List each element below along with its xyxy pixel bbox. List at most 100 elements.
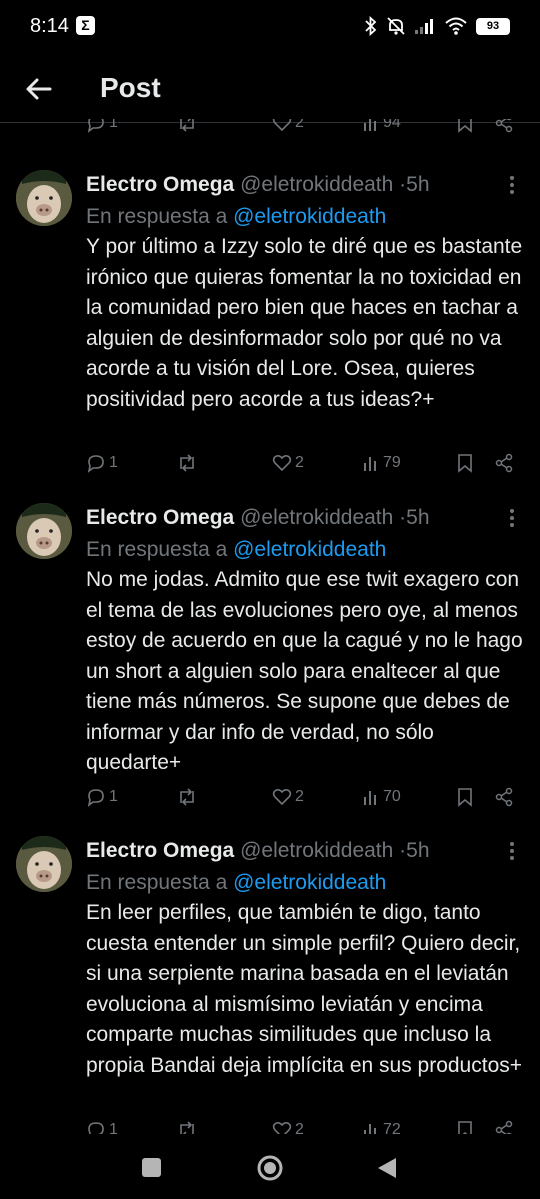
bookmark-button[interactable] bbox=[456, 1118, 474, 1134]
like-button[interactable]: 2 bbox=[272, 1118, 304, 1134]
previous-tweet-actions: 1 2 94 bbox=[86, 119, 516, 133]
author-handle[interactable]: @eletrokiddeath bbox=[240, 506, 393, 529]
heart-icon bbox=[272, 119, 292, 132]
reply-icon bbox=[87, 119, 104, 133]
status-bar: 8:14 Σ 93 bbox=[0, 0, 540, 56]
reply-context: En respuesta a @eletrokiddeath bbox=[86, 537, 386, 563]
more-options-icon[interactable] bbox=[500, 840, 524, 864]
like-count: 2 bbox=[295, 119, 304, 131]
views-icon bbox=[364, 791, 376, 805]
home-button-icon[interactable] bbox=[256, 1154, 284, 1182]
tweet-text: No me jodas. Admito que ese twit exagero… bbox=[86, 568, 523, 774]
reply-button[interactable]: 1 bbox=[86, 451, 118, 475]
author-name[interactable]: Electro Omega bbox=[86, 839, 234, 862]
views-button[interactable]: 94 bbox=[362, 119, 401, 133]
author-name[interactable]: Electro Omega bbox=[86, 506, 234, 529]
bookmark-icon bbox=[458, 1121, 472, 1134]
page-title: Post bbox=[100, 72, 161, 103]
reply-mention[interactable]: @eletrokiddeath bbox=[233, 538, 386, 561]
back-arrow-icon[interactable] bbox=[22, 72, 56, 106]
repost-button[interactable] bbox=[176, 1118, 198, 1134]
like-count: 2 bbox=[295, 1121, 304, 1134]
repost-button[interactable] bbox=[176, 451, 198, 475]
system-nav-bar bbox=[0, 1134, 540, 1199]
reply-count: 1 bbox=[109, 454, 118, 471]
timestamp: 5h bbox=[406, 173, 430, 196]
battery-icon: 93 bbox=[476, 17, 510, 35]
pig-avatar-icon bbox=[16, 836, 72, 892]
heart-icon bbox=[272, 454, 292, 472]
reply-context: En respuesta a @eletrokiddeath bbox=[86, 204, 386, 230]
view-count: 94 bbox=[383, 119, 401, 131]
reply-prefix: En respuesta a bbox=[86, 538, 228, 561]
tweet-text: En leer perfiles, que también te digo, t… bbox=[86, 901, 523, 1077]
views-button[interactable]: 79 bbox=[362, 451, 401, 475]
bookmark-button[interactable] bbox=[456, 119, 474, 133]
avatar[interactable] bbox=[16, 170, 72, 226]
bookmark-icon bbox=[458, 454, 472, 473]
repost-button[interactable] bbox=[176, 119, 198, 133]
wifi-icon bbox=[445, 17, 467, 35]
repost-icon bbox=[180, 454, 194, 472]
like-button[interactable]: 2 bbox=[272, 451, 304, 475]
bluetooth-icon bbox=[365, 16, 377, 36]
share-icon bbox=[495, 453, 513, 473]
bookmark-button[interactable] bbox=[456, 785, 474, 809]
battery-level: 93 bbox=[478, 19, 508, 33]
views-icon bbox=[364, 1124, 376, 1134]
views-button[interactable]: 72 bbox=[362, 1118, 401, 1134]
top-bar: Post bbox=[0, 56, 540, 123]
repost-icon bbox=[180, 119, 194, 132]
reply-count: 1 bbox=[109, 1121, 118, 1134]
tweet-header: Electro Omega @eletrokiddeath ·5h bbox=[86, 838, 430, 864]
author-handle[interactable]: @eletrokiddeath bbox=[240, 839, 393, 862]
reply-prefix: En respuesta a bbox=[86, 871, 228, 894]
avatar[interactable] bbox=[16, 836, 72, 892]
views-button[interactable]: 70 bbox=[362, 785, 401, 809]
share-button[interactable] bbox=[494, 1118, 514, 1134]
timestamp: 5h bbox=[406, 839, 430, 862]
notification-icon: Σ bbox=[76, 16, 95, 35]
repost-icon bbox=[180, 1121, 194, 1134]
nav-back-icon[interactable] bbox=[376, 1156, 398, 1180]
tweet-actions: 1 2 79 bbox=[86, 451, 516, 475]
share-icon bbox=[495, 1120, 513, 1134]
views-icon bbox=[364, 457, 376, 471]
like-count: 2 bbox=[295, 454, 304, 471]
tweet-actions: 1 2 72 bbox=[86, 1118, 516, 1134]
pig-avatar-icon bbox=[16, 503, 72, 559]
bookmark-button[interactable] bbox=[456, 451, 474, 475]
reply-mention[interactable]: @eletrokiddeath bbox=[233, 871, 386, 894]
bookmark-icon bbox=[458, 119, 472, 133]
reply-icon bbox=[87, 789, 104, 807]
views-icon bbox=[364, 119, 376, 131]
like-button[interactable]: 2 bbox=[272, 785, 304, 809]
recents-button[interactable] bbox=[142, 1158, 161, 1177]
repost-button[interactable] bbox=[176, 785, 198, 809]
share-icon bbox=[495, 119, 513, 133]
reply-button[interactable]: 1 bbox=[86, 119, 118, 133]
author-name[interactable]: Electro Omega bbox=[86, 173, 234, 196]
reply-context: En respuesta a @eletrokiddeath bbox=[86, 870, 386, 896]
tweet-header: Electro Omega @eletrokiddeath ·5h bbox=[86, 172, 430, 198]
share-button[interactable] bbox=[494, 451, 514, 475]
author-handle[interactable]: @eletrokiddeath bbox=[240, 173, 393, 196]
like-button[interactable]: 2 bbox=[272, 119, 304, 133]
like-count: 2 bbox=[295, 788, 304, 805]
share-button[interactable] bbox=[494, 119, 514, 133]
reply-prefix: En respuesta a bbox=[86, 205, 228, 228]
reply-button[interactable]: 1 bbox=[86, 785, 118, 809]
tweet-actions: 1 2 70 bbox=[86, 785, 516, 809]
tweet-text: Y por último a Izzy solo te diré que es … bbox=[86, 235, 523, 411]
more-options-icon[interactable] bbox=[500, 507, 524, 531]
avatar[interactable] bbox=[16, 503, 72, 559]
status-time: 8:14 bbox=[30, 15, 69, 37]
bookmark-icon bbox=[458, 788, 472, 807]
more-options-icon[interactable] bbox=[500, 174, 524, 198]
reply-mention[interactable]: @eletrokiddeath bbox=[233, 205, 386, 228]
reply-button[interactable]: 1 bbox=[86, 1118, 118, 1134]
view-count: 79 bbox=[383, 454, 401, 471]
signal-icon bbox=[415, 19, 433, 34]
repost-icon bbox=[180, 788, 194, 806]
share-button[interactable] bbox=[494, 785, 514, 809]
